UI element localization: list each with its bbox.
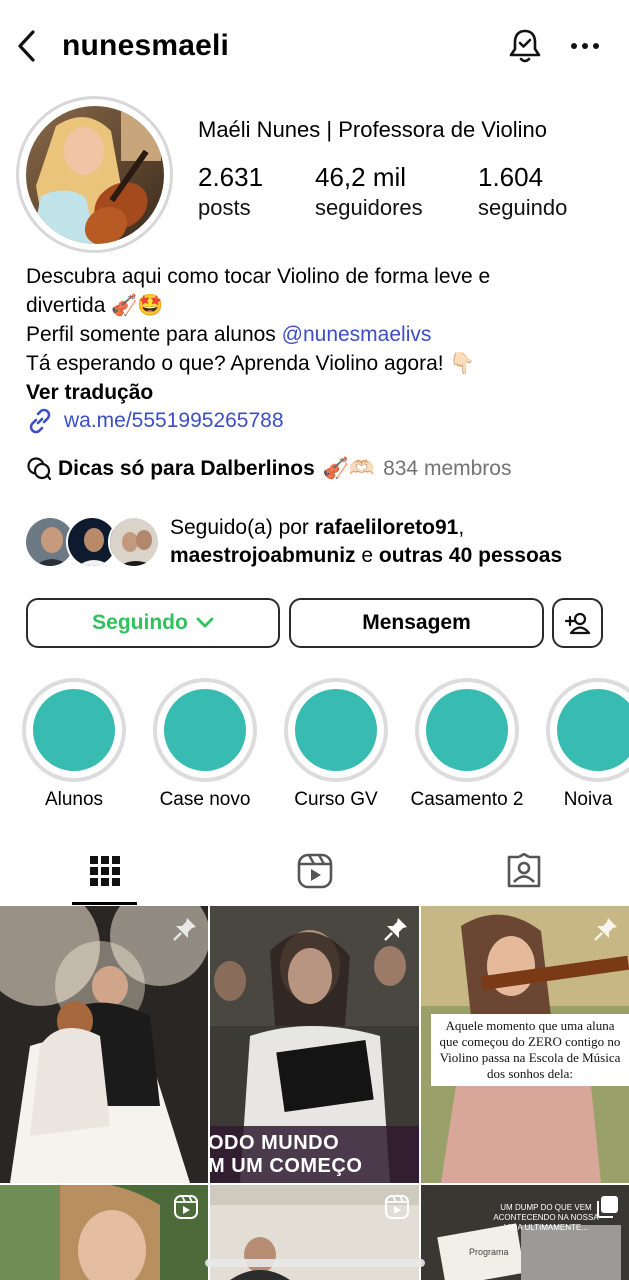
grid-icon	[90, 856, 120, 886]
tab-tagged[interactable]	[469, 838, 579, 904]
pin-icon	[594, 918, 617, 941]
chevron-down-icon	[196, 617, 214, 628]
follower-username[interactable]: rafaeliloreto91	[315, 516, 459, 539]
add-person-icon	[564, 612, 590, 635]
highlight-alunos[interactable]: Alunos	[22, 678, 126, 811]
pin-icon	[384, 918, 407, 941]
see-translation-link[interactable]: Ver tradução	[26, 378, 616, 407]
following-button[interactable]: Seguindo	[26, 598, 280, 648]
notifications-button[interactable]	[506, 26, 544, 66]
followed-by[interactable]: Seguido(a) por rafaeliloreto91, maestroj…	[24, 514, 624, 570]
bio-line: Perfil somente para alunos @nunesmaelivs	[26, 320, 616, 349]
post-overlay-text: ODO MUNDO	[210, 1132, 340, 1154]
suggested-users-button[interactable]	[552, 598, 603, 648]
followed-by-prefix: Seguido(a) por	[170, 516, 315, 539]
channel-chat-icon	[27, 457, 52, 481]
highlight-ring	[22, 678, 126, 782]
highlight-ring	[415, 678, 519, 782]
highlight-cover	[426, 689, 508, 771]
stat-posts[interactable]: 2.631 posts	[198, 160, 263, 222]
post-thumbnail[interactable]: ODO MUNDO M UM COMEÇO	[210, 906, 419, 1183]
channel-emoji: 🎻🫶🏻	[322, 457, 376, 480]
bio-mention-link[interactable]: @nunesmaelivs	[282, 323, 432, 346]
post-book-title: Programa	[469, 1247, 509, 1257]
post-caption-text: Aquele momento que uma aluna que começou…	[431, 1014, 629, 1086]
profile-avatar-ring[interactable]	[16, 96, 173, 253]
highlight-label: Alunos	[44, 789, 104, 810]
website-link[interactable]: wa.me/5551995265788	[26, 407, 284, 435]
more-options-button[interactable]	[566, 26, 604, 66]
highlight-cover	[295, 689, 377, 771]
website-link-text: wa.me/5551995265788	[64, 409, 284, 432]
highlight-ring	[546, 678, 629, 782]
following-label: Seguindo	[92, 611, 188, 634]
display-name: Maéli Nunes | Professora de Violino	[198, 117, 547, 142]
tab-posts-grid[interactable]	[50, 838, 160, 904]
header: nunesmaeli	[0, 0, 629, 92]
post-caption-text: UM DUMP DO QUE VEM ACONTECENDO NA NOSSA …	[493, 1203, 599, 1232]
bio: Descubra aqui como tocar Violino de form…	[26, 262, 616, 407]
bio-line: Tá esperando o que? Aprenda Violino agor…	[26, 352, 476, 375]
carousel-icon	[597, 1196, 618, 1218]
broadcast-channel[interactable]: Dicas só para Dalberlinos 🎻🫶🏻 834 membro…	[26, 456, 511, 482]
channel-name: Dicas só para Dalberlinos	[58, 457, 315, 480]
reel-icon	[174, 1195, 198, 1219]
link-icon	[29, 408, 51, 434]
other-followers[interactable]: outras 40 pessoas	[379, 544, 562, 567]
conjunction: e	[355, 544, 379, 567]
stat-label: seguidores	[315, 195, 423, 220]
post-thumbnail[interactable]: UM DUMP DO QUE VEM ACONTECENDO NA NOSSA …	[421, 1185, 629, 1280]
highlight-noiva[interactable]: Noiva	[546, 678, 629, 811]
bio-line: divertida 🎻🤩	[26, 294, 164, 317]
highlight-curso-gv[interactable]: Curso GV	[284, 678, 388, 811]
bio-line: Descubra aqui como tocar Violino de form…	[26, 265, 491, 288]
active-tab-indicator	[72, 902, 137, 905]
highlight-ring	[153, 678, 257, 782]
highlight-label: Case novo	[159, 789, 251, 810]
post-thumbnail[interactable]	[0, 1185, 208, 1280]
post-thumbnail[interactable]: Aquele momento que uma aluna que começou…	[421, 906, 629, 1183]
post-overlay-text: M UM COMEÇO	[210, 1155, 363, 1177]
highlight-cover	[33, 689, 115, 771]
message-button[interactable]: Mensagem	[289, 598, 544, 648]
highlight-cover	[164, 689, 246, 771]
follower-username[interactable]: maestrojoabmuniz	[170, 544, 356, 567]
tagged-user-icon	[507, 853, 541, 888]
stat-value: 46,2 mil	[315, 162, 407, 192]
reel-icon	[385, 1195, 409, 1219]
highlight-cover	[557, 689, 629, 771]
bell-check-icon	[509, 29, 541, 63]
highlight-label: Curso GV	[294, 789, 378, 810]
avatar	[108, 516, 160, 568]
stat-value: 2.631	[198, 162, 264, 192]
home-indicator[interactable]	[205, 1259, 425, 1267]
message-label: Mensagem	[362, 611, 471, 634]
separator: ,	[458, 516, 465, 539]
highlight-case-novo[interactable]: Case novo	[153, 678, 257, 811]
stat-label: seguindo	[478, 195, 568, 220]
highlight-casamento-2[interactable]: Casamento 2	[410, 678, 524, 811]
post-thumbnail[interactable]	[0, 906, 208, 1183]
back-button[interactable]	[10, 26, 42, 66]
tab-reels[interactable]	[260, 838, 370, 904]
stat-label: posts	[198, 195, 251, 220]
highlight-label: Noiva	[563, 789, 613, 810]
profile-username: nunesmaeli	[62, 29, 230, 62]
chevron-left-icon	[18, 30, 35, 62]
stat-following[interactable]: 1.604 seguindo	[478, 160, 567, 222]
pin-icon	[173, 918, 196, 941]
more-horizontal-icon	[571, 43, 599, 49]
profile-tabs	[0, 838, 629, 904]
avatar	[25, 105, 164, 244]
channel-member-count: 834 membros	[383, 457, 512, 480]
highlight-label: Casamento 2	[410, 789, 524, 810]
followed-by-text: Seguido(a) por rafaeliloreto91, maestroj…	[170, 514, 629, 570]
highlight-ring	[284, 678, 388, 782]
reels-icon	[297, 853, 333, 889]
stat-followers[interactable]: 46,2 mil seguidores	[315, 160, 423, 222]
stat-value: 1.604	[478, 162, 544, 192]
bio-text: Perfil somente para alunos	[26, 323, 282, 346]
